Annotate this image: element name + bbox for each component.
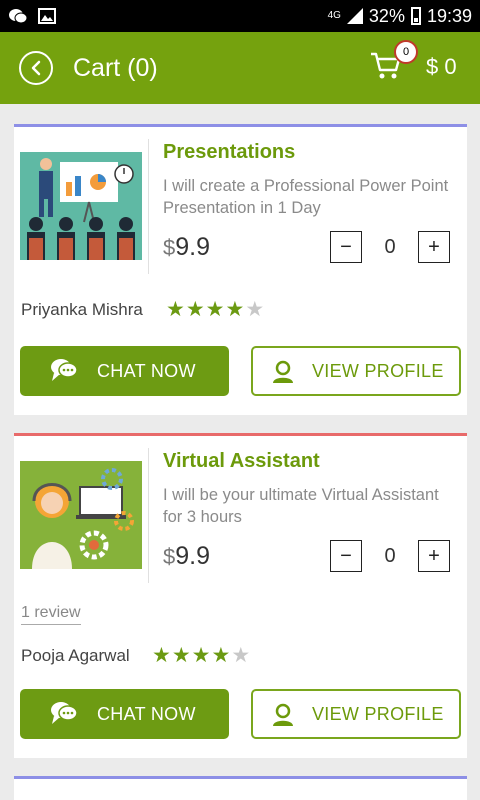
presentation-thumbnail (20, 152, 142, 260)
seller-name[interactable]: Priyanka Mishra (21, 300, 143, 320)
price-value: 9.9 (175, 542, 211, 570)
cart-total: $ 0 (426, 54, 457, 79)
star-filled-icon: ★ (211, 644, 232, 667)
currency-symbol: $ (163, 235, 176, 260)
star-filled-icon: ★ (225, 298, 246, 321)
rating-stars: ★★★★★ (166, 297, 265, 322)
star-filled-icon: ★ (191, 644, 212, 667)
gig-description: I will create a Professional Power Point… (163, 177, 449, 217)
chat-now-button[interactable]: CHAT NOW (20, 346, 229, 396)
gig-price: $9.9 (163, 542, 210, 571)
quantity-increase-button[interactable]: + (418, 231, 450, 263)
review-count-link[interactable]: 1 review (21, 604, 81, 625)
gig-card[interactable]: Virtual Assistant I will be your ultimat… (14, 433, 467, 758)
chat-now-label: CHAT NOW (97, 360, 196, 381)
clock: 19:39 (426, 5, 472, 26)
back-button[interactable] (19, 51, 53, 85)
back-icon (31, 60, 41, 76)
cart-count-badge: 0 (394, 40, 418, 64)
gig-description: I will be your ultimate Virtual Assistan… (163, 486, 439, 526)
signal-icon (346, 8, 363, 24)
user-icon (273, 360, 293, 383)
card-divider (148, 139, 149, 274)
star-filled-icon: ★ (166, 298, 186, 321)
gig-card[interactable]: Presentations I will create a Profession… (14, 124, 467, 415)
star-empty-icon: ★ (245, 298, 266, 321)
app-bar: Cart (0) 0 $ 0 (0, 32, 480, 104)
star-filled-icon: ★ (171, 644, 192, 667)
chat-now-button[interactable]: CHAT NOW (20, 689, 229, 739)
star-empty-icon: ★ (231, 644, 252, 667)
quantity-value: 0 (384, 236, 396, 258)
chat-icon (51, 359, 78, 381)
network-indicator: 4G (327, 10, 341, 21)
view-profile-button[interactable]: VIEW PROFILE (251, 689, 461, 739)
quantity-decrease-button[interactable]: − (330, 231, 362, 263)
page-title: Cart (0) (73, 53, 158, 82)
chat-icon (51, 702, 78, 724)
star-filled-icon: ★ (205, 298, 226, 321)
gig-title[interactable]: Virtual Assistant (163, 450, 320, 473)
card-divider (148, 448, 149, 583)
star-filled-icon: ★ (152, 644, 172, 667)
view-profile-label: VIEW PROFILE (312, 360, 444, 381)
view-profile-label: VIEW PROFILE (312, 703, 444, 724)
price-value: 9.9 (175, 233, 211, 261)
seller-name[interactable]: Pooja Agarwal (21, 646, 130, 666)
image-icon (38, 8, 56, 24)
gig-title[interactable]: Presentations (163, 141, 295, 164)
gig-price: $9.9 (163, 233, 210, 262)
view-profile-button[interactable]: VIEW PROFILE (251, 346, 461, 396)
battery-icon (410, 7, 421, 25)
quantity-decrease-button[interactable]: − (330, 540, 362, 572)
gig-card[interactable] (14, 776, 467, 800)
chat-now-label: CHAT NOW (97, 703, 196, 724)
status-bar: 4G 32% 19:39 (0, 0, 480, 32)
quantity-increase-button[interactable]: + (418, 540, 450, 572)
currency-symbol: $ (163, 544, 176, 569)
battery-percent: 32% (368, 5, 405, 26)
quantity-value: 0 (384, 545, 396, 567)
rating-stars: ★★★★★ (152, 643, 251, 668)
virtual-assistant-thumbnail (20, 461, 142, 569)
star-filled-icon: ★ (185, 298, 206, 321)
user-icon (273, 703, 293, 726)
wechat-icon (9, 9, 28, 24)
